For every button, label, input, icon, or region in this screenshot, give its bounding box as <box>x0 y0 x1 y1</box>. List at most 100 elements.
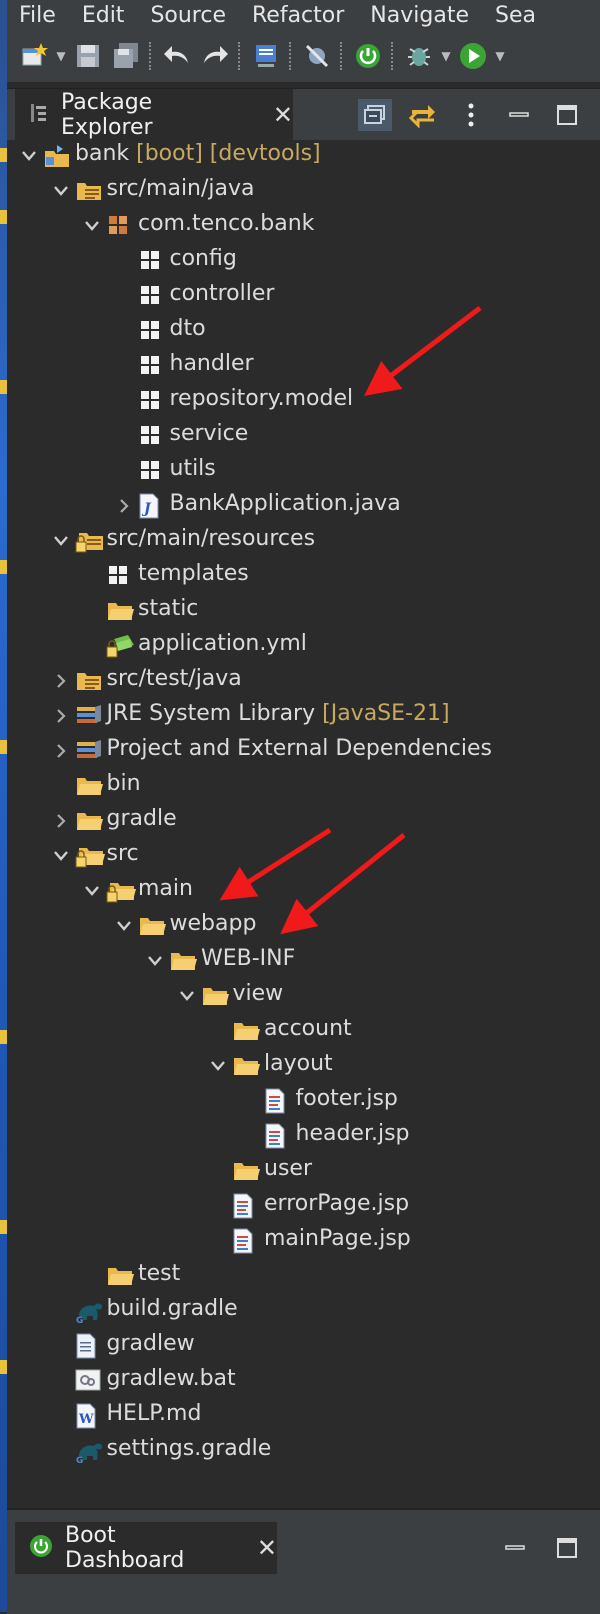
chevron-down-icon[interactable] <box>210 1048 226 1083</box>
new-icon[interactable] <box>17 39 51 73</box>
package-explorer-tree: bank [boot] [devtools] src/main/java com.t… <box>7 140 600 1508</box>
minimize-icon[interactable] <box>498 1532 532 1564</box>
tree-item[interactable]: controller <box>7 278 600 313</box>
chevron-right-icon[interactable] <box>53 733 69 768</box>
tree-item[interactable]: src/main/resources <box>7 523 600 558</box>
tree-item[interactable]: webapp <box>7 908 600 943</box>
maximize-icon[interactable] <box>550 99 584 131</box>
view-menu-icon[interactable] <box>454 99 488 131</box>
chevron-down-icon[interactable] <box>179 978 195 1013</box>
menu-search[interactable]: Sea <box>482 3 549 28</box>
tree-item[interactable]: bank [boot] [devtools] <box>7 138 600 173</box>
minimize-icon[interactable] <box>502 99 536 131</box>
tree-item-text: config <box>169 246 237 271</box>
menu-refactor[interactable]: Refactor <box>239 3 357 28</box>
tree-item[interactable]: utils <box>7 453 600 488</box>
tree-item[interactable]: handler <box>7 348 600 383</box>
tree-item[interactable]: gradle <box>7 803 600 838</box>
chevron-down-icon[interactable] <box>116 908 132 943</box>
menu-source[interactable]: Source <box>137 3 239 28</box>
save-icon[interactable] <box>71 39 105 73</box>
tree-item[interactable]: WEB-INF <box>7 943 600 978</box>
tree-item[interactable]: bin <box>7 768 600 803</box>
chevron-right-icon[interactable] <box>116 488 132 523</box>
tree-item-label: bin <box>107 771 141 796</box>
maximize-icon[interactable] <box>550 1532 584 1564</box>
tree-item[interactable]: src/test/java <box>7 663 600 698</box>
tree-item[interactable]: gradlew.bat <box>7 1363 600 1398</box>
jsp-file-icon <box>264 1123 288 1149</box>
chevron-right-icon[interactable] <box>53 698 69 733</box>
menu-navigate[interactable]: Navigate <box>357 3 482 28</box>
close-icon[interactable]: ✕ <box>257 1534 277 1562</box>
tree-item[interactable]: src/main/java <box>7 173 600 208</box>
tree-item[interactable]: Project and External Dependencies <box>7 733 600 768</box>
chevron-down-icon[interactable] <box>21 138 37 173</box>
tree-item[interactable]: JRE System Library [JavaSE-21] <box>7 698 600 733</box>
tree-item[interactable]: main <box>7 873 600 908</box>
tree-item-label: WEB-INF <box>201 946 295 971</box>
tree-item-text: dto <box>169 316 206 341</box>
boot-dashboard-power-icon[interactable] <box>351 39 385 73</box>
menu-bar: File Edit Source Refactor Navigate Sea <box>7 0 600 30</box>
tree-item-text: layout <box>264 1051 333 1076</box>
run-dropdown-icon[interactable]: ▼ <box>494 39 506 73</box>
tree-item-label: templates <box>138 561 249 586</box>
tree-item[interactable]: gradlew <box>7 1328 600 1363</box>
tree-item[interactable]: src <box>7 838 600 873</box>
redo-icon[interactable] <box>198 39 232 73</box>
chevron-down-icon[interactable] <box>84 208 100 243</box>
toolbar-separator <box>149 42 154 70</box>
run-icon[interactable] <box>456 39 490 73</box>
tree-item-text: main <box>138 876 193 901</box>
tree-item-text: src/test/java <box>106 666 242 691</box>
link-with-editor-icon[interactable] <box>406 99 440 131</box>
chevron-down-icon[interactable] <box>84 873 100 908</box>
tree-item[interactable]: W HELP.md <box>7 1398 600 1433</box>
chevron-down-icon[interactable] <box>53 523 69 558</box>
tree-item[interactable]: mainPage.jsp <box>7 1223 600 1258</box>
menu-file[interactable]: File <box>7 3 69 28</box>
tree-item[interactable]: J BankApplication.java <box>7 488 600 523</box>
close-icon[interactable]: ✕ <box>273 101 293 129</box>
console-icon[interactable] <box>249 39 283 73</box>
debug-icon[interactable] <box>402 39 436 73</box>
tree-item-text: application.yml <box>138 631 307 656</box>
boot-dashboard-tabbar: Boot Dashboard ✕ <box>7 1508 600 1614</box>
tree-item[interactable]: application.yml <box>7 628 600 663</box>
tree-item[interactable]: account <box>7 1013 600 1048</box>
save-all-icon[interactable] <box>109 39 143 73</box>
tree-item[interactable]: dto <box>7 313 600 348</box>
tree-item[interactable]: Gbuild.gradle <box>7 1293 600 1328</box>
tree-item[interactable]: Gsettings.gradle <box>7 1433 600 1468</box>
tree-item[interactable]: com.tenco.bank <box>7 208 600 243</box>
tree-item[interactable]: repository.model <box>7 383 600 418</box>
chevron-right-icon[interactable] <box>53 803 69 838</box>
tree-item[interactable]: view <box>7 978 600 1013</box>
tab-boot-dashboard[interactable]: Boot Dashboard ✕ <box>15 1522 277 1574</box>
tree-item[interactable]: test <box>7 1258 600 1293</box>
tree-item[interactable]: user <box>7 1153 600 1188</box>
debug-dropdown-icon[interactable]: ▼ <box>440 39 452 73</box>
tree-item[interactable]: layout <box>7 1048 600 1083</box>
new-dropdown-icon[interactable]: ▼ <box>55 39 67 73</box>
tree-item-decoration: [JavaSE-21] <box>315 701 450 726</box>
chevron-down-icon[interactable] <box>147 943 163 978</box>
tree-item[interactable]: static <box>7 593 600 628</box>
undo-icon[interactable] <box>160 39 194 73</box>
tree-item[interactable]: header.jsp <box>7 1118 600 1153</box>
tree-item[interactable]: service <box>7 418 600 453</box>
tree-item-text: bank <box>75 141 130 166</box>
menu-edit[interactable]: Edit <box>69 3 138 28</box>
chevron-down-icon[interactable] <box>53 173 69 208</box>
chevron-down-icon[interactable] <box>53 838 69 873</box>
chevron-right-icon[interactable] <box>53 663 69 698</box>
tab-package-explorer[interactable]: Package Explorer ✕ <box>15 89 293 141</box>
tree-item[interactable]: errorPage.jsp <box>7 1188 600 1223</box>
tree-item[interactable]: config <box>7 243 600 278</box>
tab-package-explorer-label: Package Explorer <box>61 90 153 140</box>
collapse-all-icon[interactable] <box>358 99 392 131</box>
tree-item[interactable]: footer.jsp <box>7 1083 600 1118</box>
skip-breakpoints-icon[interactable] <box>300 39 334 73</box>
tree-item[interactable]: templates <box>7 558 600 593</box>
